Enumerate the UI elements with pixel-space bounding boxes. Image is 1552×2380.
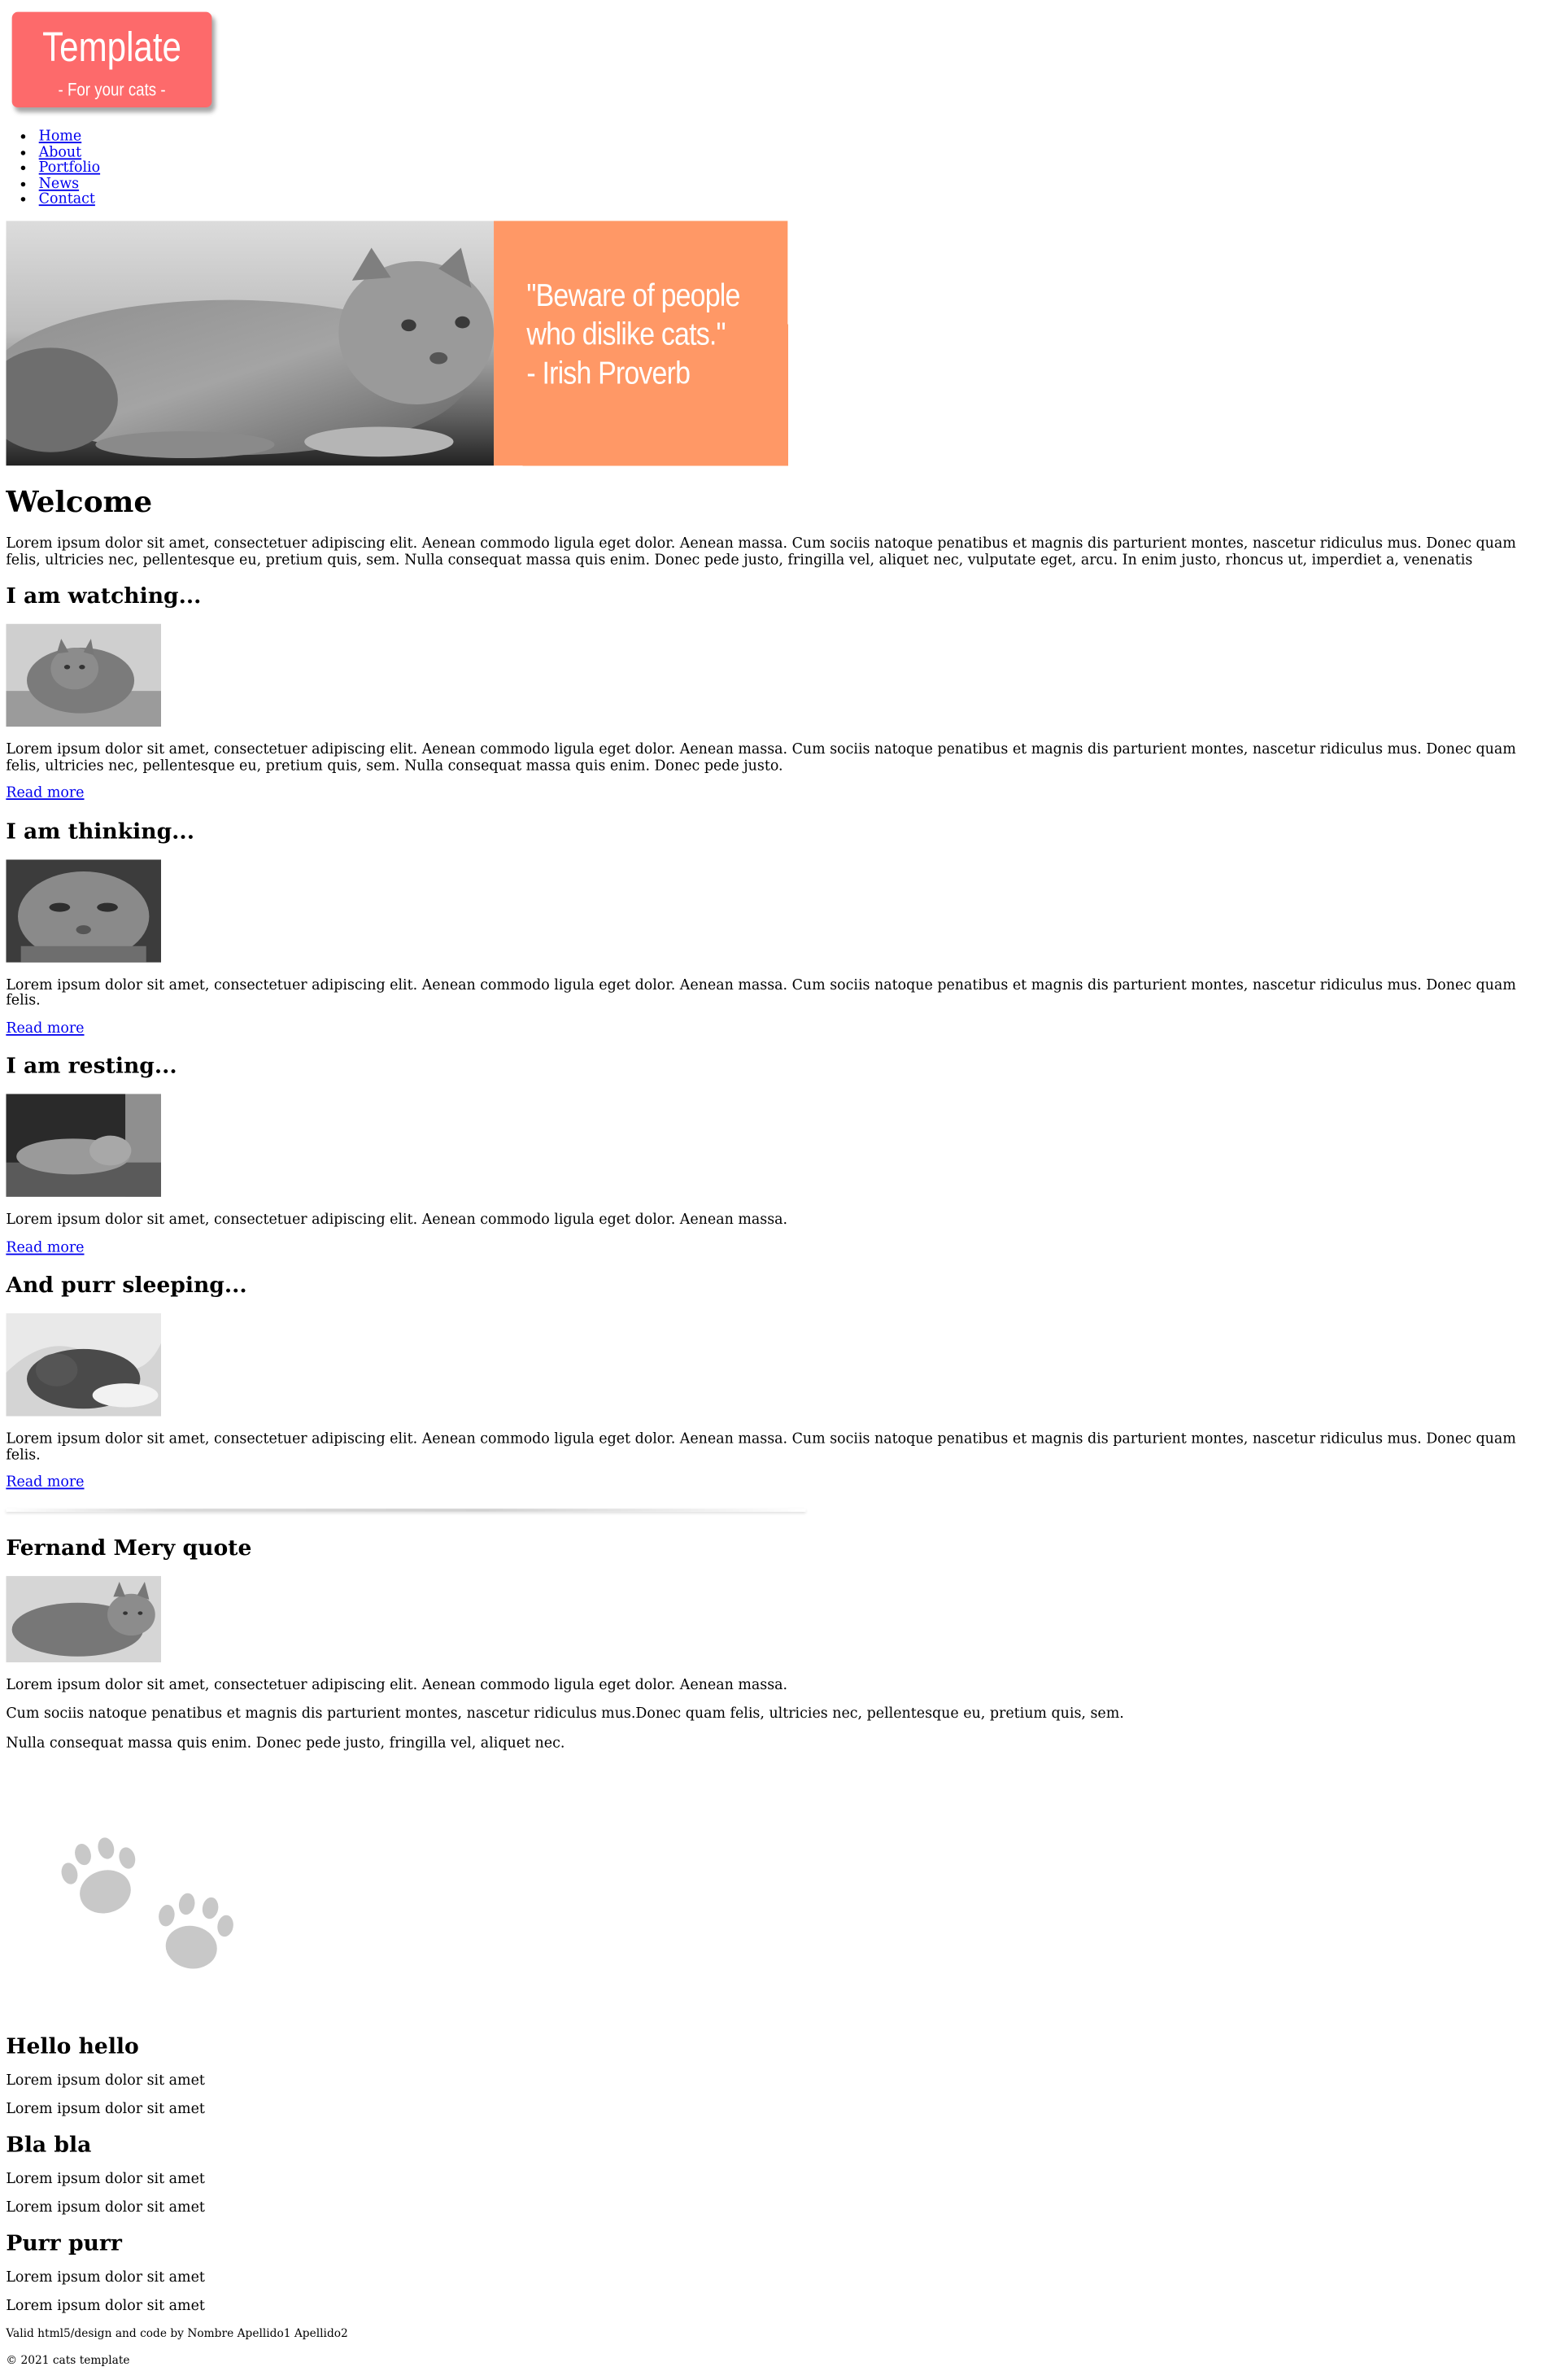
- nav-link-home[interactable]: Home: [39, 129, 82, 145]
- footer-section-line: Lorem ipsum dolor sit amet: [6, 2171, 205, 2188]
- nav-item-about: About: [39, 144, 100, 161]
- footer-section-hello: Hello hello Lorem ipsum dolor sit amet L…: [6, 2034, 1542, 2118]
- hero-cat-photo: [6, 221, 495, 466]
- nav-item-home: Home: [39, 129, 100, 146]
- footer-section-line: Lorem ipsum dolor sit amet: [6, 2199, 205, 2216]
- footer-section-purr: Purr purr Lorem ipsum dolor sit amet Lor…: [6, 2231, 1542, 2315]
- hero-quote-line1: "Beware of people: [526, 278, 740, 314]
- footer-copyright: © 2021 cats template: [6, 2353, 130, 2367]
- post-title: And purr sleeping...: [6, 1273, 247, 1299]
- footer-section-bla: Bla bla Lorem ipsum dolor sit amet Lorem…: [6, 2133, 1542, 2216]
- footer-section-line: Lorem ipsum dolor sit amet: [6, 2269, 205, 2286]
- post-text: Lorem ipsum dolor sit amet, consectetuer…: [6, 976, 1516, 1009]
- footer-section-title: Bla bla: [6, 2132, 92, 2158]
- read-more-link[interactable]: Read more: [6, 1020, 1542, 1037]
- hero-quote-line2: who dislike cats.": [526, 317, 726, 352]
- nav-item-news: News: [39, 175, 100, 192]
- post-title: I am watching...: [6, 583, 202, 609]
- post-image-thinking: [6, 858, 162, 963]
- read-more-link[interactable]: Read more: [6, 786, 1542, 802]
- footer-section-line: Lorem ipsum dolor sit amet: [6, 2100, 205, 2117]
- read-more-link[interactable]: Read more: [6, 1240, 1542, 1256]
- nav-link-portfolio[interactable]: Portfolio: [39, 159, 100, 176]
- footer-section-title: Hello hello: [6, 2033, 139, 2059]
- quote-section-text-3: Nulla consequat massa quis enim. Donec p…: [6, 1735, 565, 1752]
- footer-credit: Valid html5/design and code by Nombre Ap…: [6, 2326, 348, 2340]
- read-more-link[interactable]: Read more: [6, 1475, 1542, 1491]
- post-text: Lorem ipsum dolor sit amet, consectetuer…: [6, 1430, 1516, 1464]
- nav-link-contact[interactable]: Contact: [39, 191, 95, 207]
- cat-illustration: [6, 247, 495, 459]
- paw-prints-icon: [6, 1766, 244, 2020]
- post-title: I am thinking...: [6, 818, 194, 845]
- welcome-title: Welcome: [6, 485, 153, 520]
- nav-item-portfolio: Portfolio: [39, 159, 100, 177]
- post-image-resting: [6, 1094, 162, 1197]
- nav-link-news[interactable]: News: [39, 175, 79, 191]
- site-logo[interactable]: Template - For your cats -: [11, 11, 212, 108]
- logo-subtitle: - For your cats -: [58, 79, 166, 100]
- quote-section-text-2: Cum sociis natoque penatibus et magnis d…: [6, 1705, 1124, 1723]
- quote-section-text-1: Lorem ipsum dolor sit amet, consectetuer…: [6, 1676, 788, 1693]
- post-text: Lorem ipsum dolor sit amet, consectetuer…: [6, 1212, 788, 1229]
- main-nav: Home About Portfolio News Contact: [12, 129, 100, 208]
- post-text: Lorem ipsum dolor sit amet, consectetuer…: [6, 741, 1516, 774]
- quote-section-image: [6, 1574, 162, 1662]
- footer-section-title: Purr purr: [6, 2230, 122, 2257]
- section-divider: [6, 1508, 806, 1511]
- post-image-sleeping: [6, 1312, 162, 1417]
- nav-link-about[interactable]: About: [39, 144, 81, 160]
- hero-quote: "Beware of people who dislike cats." - I…: [494, 221, 788, 466]
- hero-banner: "Beware of people who dislike cats." - I…: [6, 221, 788, 466]
- main-content: Welcome Lorem ipsum dolor sit amet, cons…: [6, 465, 1542, 2380]
- logo-title: Template: [42, 24, 181, 71]
- post-title: I am resting...: [6, 1053, 177, 1079]
- nav-item-contact: Contact: [39, 191, 100, 208]
- footer-section-line: Lorem ipsum dolor sit amet: [6, 2072, 205, 2090]
- quote-section-title: Fernand Mery quote: [6, 1535, 252, 1561]
- post-image-watching: [6, 623, 162, 727]
- welcome-text: Lorem ipsum dolor sit amet, consectetuer…: [6, 535, 1516, 568]
- footer-section-line: Lorem ipsum dolor sit amet: [6, 2297, 205, 2314]
- hero-quote-line3: - Irish Proverb: [526, 356, 691, 391]
